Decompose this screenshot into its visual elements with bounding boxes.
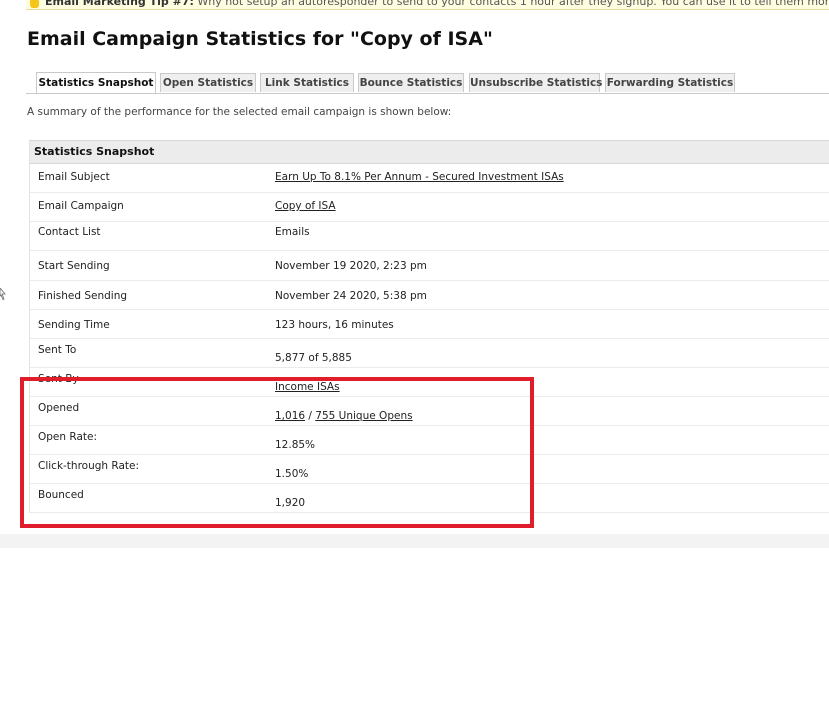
start-sending-value: November 19 2020, 2:23 pm [275,260,427,272]
row-sending-time: Sending Time 123 hours, 16 minutes [30,310,829,339]
tip-label: Email Marketing Tip #7: [45,0,194,8]
sent-by-link[interactable]: Income ISAs [275,381,340,393]
sent-by-label: Sent By [38,373,79,385]
email-campaign-link[interactable]: Copy of ISA [275,200,336,212]
page-title: Email Campaign Statistics for "Copy of I… [27,28,493,50]
marketing-tip-bar: Email Marketing Tip #7: Why not setup an… [26,0,829,10]
row-finished-sending: Finished Sending November 24 2020, 5:38 … [30,281,829,310]
contact-list-value: Emails [275,226,310,238]
finished-sending-value: November 24 2020, 5:38 pm [275,290,427,302]
email-campaign-label: Email Campaign [38,200,124,212]
opened-label: Opened [38,402,80,414]
main-content: Email Marketing Tip #7: Why not setup an… [0,0,829,534]
open-rate-value: 12.85% [275,439,316,451]
email-subject-label: Email Subject [38,171,110,183]
row-opened: Opened 1,016 / 755 Unique Opens [30,397,829,426]
tab-unsubscribe-statistics[interactable]: Unsubscribe Statistics [469,73,602,92]
opened-separator: / [308,410,312,422]
unique-opens-link[interactable]: 755 Unique Opens [315,410,412,422]
open-rate-label: Open Rate: [38,431,97,443]
click-through-rate-label: Click-through Rate: [38,460,140,472]
row-email-campaign: Email Campaign Copy of ISA [30,193,829,222]
sending-time-label: Sending Time [38,319,110,331]
bounced-label: Bounced [38,489,84,501]
row-bounced: Bounced 1,920 [30,484,829,513]
table-header: Statistics Snapshot [30,141,829,164]
email-subject-link[interactable]: Earn Up To 8.1% Per Annum - Secured Inve… [275,171,564,183]
row-sent-to: Sent To 5,877 of 5,885 [30,339,829,368]
tab-forwarding-statistics[interactable]: Forwarding Statistics [605,73,735,92]
tab-statistics-snapshot[interactable]: Statistics Snapshot [36,72,156,93]
sent-to-value: 5,877 of 5,885 [275,352,352,364]
sent-to-label: Sent To [38,344,77,356]
start-sending-label: Start Sending [38,260,110,272]
tip-text: Why not setup an autoresponder to send t… [197,0,829,8]
bounced-value: 1,920 [275,497,306,509]
tab-link-statistics[interactable]: Link Statistics [260,73,354,92]
opened-total-link[interactable]: 1,016 [275,410,305,422]
row-open-rate: Open Rate: 12.85% [30,426,829,455]
lightbulb-icon [30,0,39,8]
opened-value: 1,016 / 755 Unique Opens [275,410,413,422]
statistics-snapshot-table: Statistics Snapshot Email Subject Earn U… [29,140,829,513]
row-email-subject: Email Subject Earn Up To 8.1% Per Annum … [30,164,829,193]
summary-text: A summary of the performance for the sel… [27,106,452,118]
row-sent-by: Sent By Income ISAs [30,368,829,397]
contact-list-label: Contact List [38,226,101,238]
tab-bounce-statistics[interactable]: Bounce Statistics [358,73,464,92]
sending-time-value: 123 hours, 16 minutes [275,319,394,331]
click-through-rate-value: 1.50% [275,468,309,480]
row-click-through-rate: Click-through Rate: 1.50% [30,455,829,484]
row-contact-list: Contact List Emails [30,222,829,251]
statistics-tabs: Statistics Snapshot Open Statistics Link… [26,72,829,94]
finished-sending-label: Finished Sending [38,290,128,302]
row-start-sending: Start Sending November 19 2020, 2:23 pm [30,251,829,281]
tab-open-statistics[interactable]: Open Statistics [160,73,256,92]
mouse-cursor-icon [0,288,6,300]
